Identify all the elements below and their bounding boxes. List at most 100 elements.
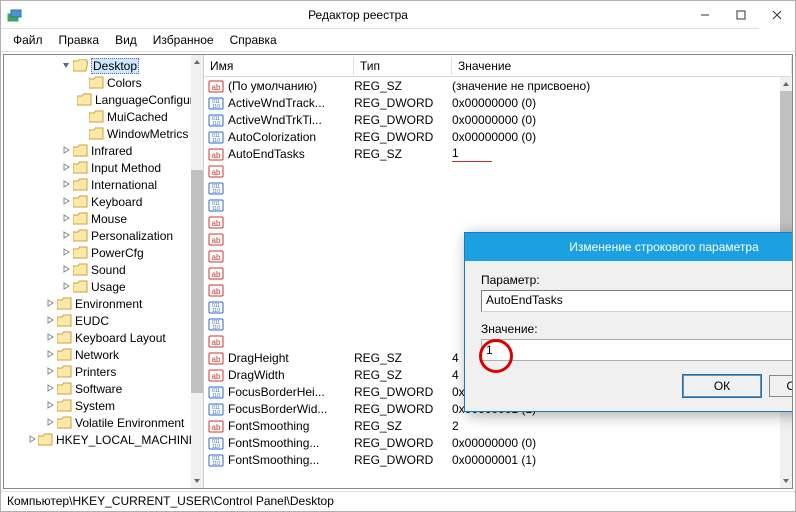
tree-scrollbar[interactable]	[191, 55, 203, 488]
menu-help[interactable]: Справка	[224, 31, 283, 49]
binary-value-icon: 011110	[208, 435, 224, 451]
value-row[interactable]: abAutoEndTasksREG_SZ1	[204, 145, 780, 162]
value-row[interactable]: 011110	[204, 196, 780, 213]
value-row[interactable]: 011110FontSmoothing...REG_DWORD0x0000000…	[204, 451, 780, 468]
tree-node[interactable]: Volatile Environment	[4, 414, 191, 431]
expand-icon[interactable]	[44, 332, 56, 344]
tree-node[interactable]: Infrared	[4, 142, 191, 159]
menu-favorites[interactable]: Избранное	[147, 31, 220, 49]
expand-icon[interactable]	[44, 298, 56, 310]
menu-file[interactable]: Файл	[7, 31, 49, 49]
tree-node[interactable]: WindowMetrics	[4, 125, 191, 142]
tree-node[interactable]: Usage	[4, 278, 191, 295]
value-row[interactable]: 011110ActiveWndTrkTi...REG_DWORD0x000000…	[204, 111, 780, 128]
tree-node[interactable]: MuiCached	[4, 108, 191, 125]
expand-icon[interactable]	[60, 179, 72, 191]
window-buttons	[687, 1, 795, 29]
tree-node[interactable]: International	[4, 176, 191, 193]
expand-icon[interactable]	[60, 247, 72, 259]
scroll-down-icon[interactable]	[191, 474, 203, 488]
expand-icon[interactable]	[60, 281, 72, 293]
tree-node[interactable]: Keyboard	[4, 193, 191, 210]
value-name: FontSmoothing...	[228, 436, 354, 450]
folder-icon	[57, 297, 72, 310]
tree-node[interactable]: Network	[4, 346, 191, 363]
value-row[interactable]: 011110ActiveWndTrack...REG_DWORD0x000000…	[204, 94, 780, 111]
menu-edit[interactable]: Правка	[53, 31, 106, 49]
svg-text:110: 110	[212, 121, 220, 127]
maximize-button[interactable]	[723, 1, 759, 29]
tree-node[interactable]: Sound	[4, 261, 191, 278]
expand-icon[interactable]	[44, 349, 56, 361]
collapse-icon[interactable]	[60, 60, 72, 72]
value-name: AutoEndTasks	[228, 147, 354, 161]
tree-node-label: Infrared	[91, 144, 132, 158]
value-type: REG_DWORD	[354, 385, 452, 399]
value-row[interactable]: 011110	[204, 179, 780, 196]
folder-icon	[57, 365, 72, 378]
scroll-up-icon[interactable]	[191, 55, 203, 69]
expand-icon[interactable]	[60, 145, 72, 157]
col-name[interactable]: Имя	[204, 57, 354, 75]
menubar: Файл Правка Вид Избранное Справка	[1, 29, 795, 52]
expand-icon[interactable]	[60, 162, 72, 174]
col-value[interactable]: Значение	[452, 57, 792, 75]
value-row[interactable]: 011110FontSmoothing...REG_DWORD0x0000000…	[204, 434, 780, 451]
folder-icon	[73, 178, 88, 191]
value-row[interactable]: ab	[204, 162, 780, 179]
tree-node-label: Keyboard	[91, 195, 142, 209]
registry-tree[interactable]: DesktopColorsLanguageConfigurationMuiCac…	[4, 55, 191, 450]
window-titlebar: Редактор реестра	[1, 1, 795, 29]
tree-node[interactable]: Mouse	[4, 210, 191, 227]
no-expand	[76, 77, 88, 89]
value-type: REG_DWORD	[354, 402, 452, 416]
expand-icon[interactable]	[44, 366, 56, 378]
value-row[interactable]: ab(По умолчанию)REG_SZ(значение не присв…	[204, 77, 780, 94]
string-value-icon: ab	[208, 350, 224, 366]
col-type[interactable]: Тип	[354, 57, 452, 75]
binary-value-icon: 011110	[208, 316, 224, 332]
expand-icon[interactable]	[44, 383, 56, 395]
edit-string-dialog: Изменение строкового параметра Параметр:…	[464, 232, 792, 412]
close-button[interactable]	[759, 1, 795, 29]
ok-button[interactable]: ОК	[683, 375, 761, 397]
value-name: FocusBorderHei...	[228, 385, 354, 399]
tree-node[interactable]: Input Method	[4, 159, 191, 176]
expand-icon[interactable]	[60, 230, 72, 242]
tree-node[interactable]: EUDC	[4, 312, 191, 329]
cancel-button[interactable]: Отмена	[769, 375, 792, 397]
tree-node[interactable]: Environment	[4, 295, 191, 312]
tree-node[interactable]: HKEY_LOCAL_MACHINE	[4, 431, 191, 448]
scroll-down-icon[interactable]	[780, 474, 792, 488]
expand-icon[interactable]	[44, 417, 56, 429]
list-header: Имя Тип Значение	[204, 55, 792, 77]
expand-icon[interactable]	[60, 213, 72, 225]
expand-icon[interactable]	[44, 400, 56, 412]
binary-value-icon: 011110	[208, 452, 224, 468]
expand-icon[interactable]	[60, 196, 72, 208]
svg-text:ab: ab	[212, 253, 221, 262]
value-row[interactable]: ab	[204, 213, 780, 230]
svg-text:110: 110	[212, 206, 220, 212]
tree-node[interactable]: Personalization	[4, 227, 191, 244]
tree-node[interactable]: Colors	[4, 74, 191, 91]
scroll-up-icon[interactable]	[780, 77, 792, 91]
tree-node[interactable]: Software	[4, 380, 191, 397]
folder-icon	[89, 110, 104, 123]
svg-text:ab: ab	[212, 83, 221, 92]
expand-icon[interactable]	[44, 315, 56, 327]
tree-node[interactable]: LanguageConfiguration	[4, 91, 191, 108]
expand-icon[interactable]	[60, 264, 72, 276]
menu-view[interactable]: Вид	[109, 31, 143, 49]
value-row[interactable]: abFontSmoothingREG_SZ2	[204, 417, 780, 434]
minimize-button[interactable]	[687, 1, 723, 29]
value-row[interactable]: 011110AutoColorizationREG_DWORD0x0000000…	[204, 128, 780, 145]
tree-node[interactable]: PowerCfg	[4, 244, 191, 261]
value-input[interactable]	[481, 339, 792, 361]
svg-text:110: 110	[212, 410, 220, 416]
tree-node[interactable]: Printers	[4, 363, 191, 380]
tree-node[interactable]: Keyboard Layout	[4, 329, 191, 346]
tree-node[interactable]: System	[4, 397, 191, 414]
tree-node[interactable]: Desktop	[4, 57, 191, 74]
expand-icon[interactable]	[28, 434, 37, 446]
